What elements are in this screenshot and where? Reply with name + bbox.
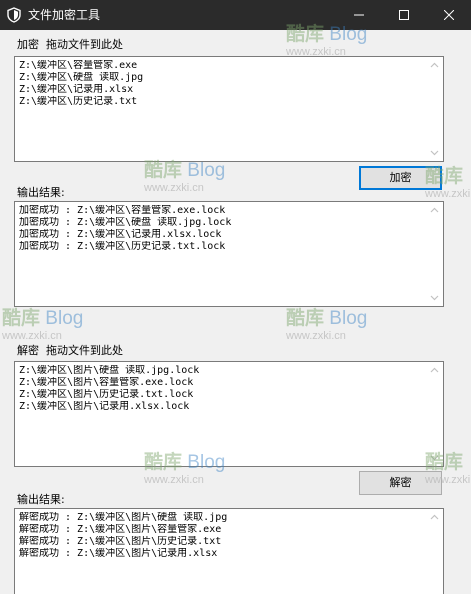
vertical-scrollbar[interactable] (426, 202, 443, 306)
file-list-item: Z:\缓冲区\历史记录.txt (19, 96, 138, 107)
minimize-icon (353, 14, 364, 16)
file-list-item: Z:\缓冲区\图片\硬盘 读取.jpg.lock (19, 365, 200, 376)
file-list-item: Z:\缓冲区\容量管家.exe (19, 60, 138, 71)
maximize-icon (398, 10, 409, 20)
close-icon (443, 10, 454, 20)
scroll-up-icon[interactable] (430, 206, 439, 215)
scroll-up-icon[interactable] (430, 61, 439, 70)
vertical-scrollbar[interactable] (426, 509, 443, 594)
scroll-down-icon[interactable] (430, 293, 439, 302)
window-title: 文件加密工具 (28, 8, 101, 22)
scroll-down-icon[interactable] (430, 453, 439, 462)
decrypt-output-box[interactable]: 解密成功 : Z:\缓冲区\图片\硬盘 读取.jpg 解密成功 : Z:\缓冲区\… (14, 508, 444, 594)
watermark: 酷库 Blog www.zxki.cn (144, 160, 226, 194)
maximize-button[interactable] (381, 0, 426, 30)
file-list-item: Z:\缓冲区\记录用.xlsx (19, 84, 134, 95)
encrypt-drop-label: 加密 拖动文件到此处 (17, 38, 123, 51)
encrypt-output-label: 输出结果: (17, 186, 65, 199)
file-list-item: Z:\缓冲区\图片\记录用.xlsx.lock (19, 401, 190, 412)
file-list-item: Z:\缓冲区\图片\历史记录.txt.lock (19, 389, 194, 400)
scroll-down-icon[interactable] (430, 148, 439, 157)
file-list-item: Z:\缓冲区\硬盘 读取.jpg (19, 72, 144, 83)
decrypt-output-label: 输出结果: (17, 493, 65, 506)
encrypt-file-list[interactable]: Z:\缓冲区\容量管家.exe Z:\缓冲区\硬盘 读取.jpg Z:\缓冲区\记录… (14, 56, 444, 162)
decrypt-button[interactable]: 解密 (359, 471, 442, 495)
output-line: 加密成功 : Z:\缓冲区\记录用.xlsx.lock (19, 229, 222, 240)
encrypt-button[interactable]: 加密 (359, 166, 442, 190)
output-line: 解密成功 : Z:\缓冲区\图片\历史记录.txt (19, 536, 222, 547)
minimize-button[interactable] (336, 0, 381, 30)
output-line: 加密成功 : Z:\缓冲区\历史记录.txt.lock (19, 241, 226, 252)
file-list-item: Z:\缓冲区\图片\容量管家.exe.lock (19, 377, 194, 388)
scroll-up-icon[interactable] (430, 513, 439, 522)
output-line: 解密成功 : Z:\缓冲区\图片\记录用.xlsx (19, 548, 218, 559)
watermark: 酷库 Blog www.zxki.cn (2, 308, 84, 342)
output-line: 解密成功 : Z:\缓冲区\图片\容量管家.exe (19, 524, 222, 535)
decrypt-drop-label: 解密 拖动文件到此处 (17, 344, 123, 357)
vertical-scrollbar[interactable] (426, 57, 443, 161)
encrypt-output-box[interactable]: 加密成功 : Z:\缓冲区\容量管家.exe.lock 加密成功 : Z:\缓冲区… (14, 201, 444, 307)
decrypt-file-list[interactable]: Z:\缓冲区\图片\硬盘 读取.jpg.lock Z:\缓冲区\图片\容量管家.e… (14, 361, 444, 467)
scroll-up-icon[interactable] (430, 366, 439, 375)
shield-icon (6, 7, 22, 23)
output-line: 加密成功 : Z:\缓冲区\容量管家.exe.lock (19, 205, 226, 216)
close-button[interactable] (426, 0, 471, 30)
title-bar[interactable]: 文件加密工具 (0, 0, 471, 30)
output-line: 解密成功 : Z:\缓冲区\图片\硬盘 读取.jpg (19, 512, 228, 523)
output-line: 加密成功 : Z:\缓冲区\硬盘 读取.jpg.lock (19, 217, 232, 228)
vertical-scrollbar[interactable] (426, 362, 443, 466)
watermark: 酷库 Blog www.zxki.cn (286, 308, 368, 342)
